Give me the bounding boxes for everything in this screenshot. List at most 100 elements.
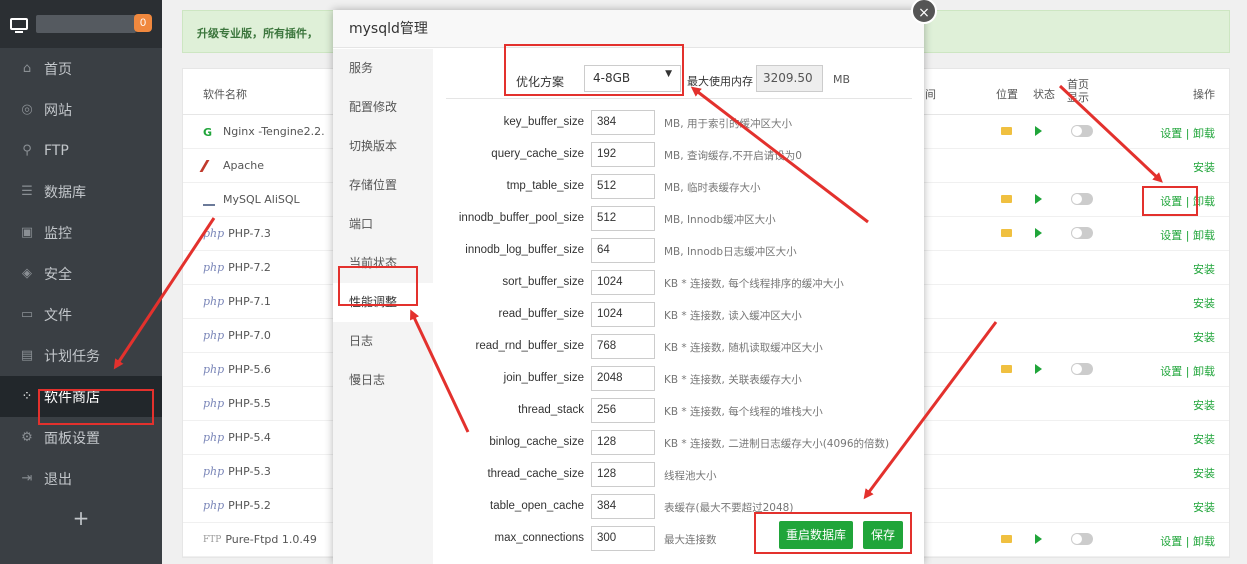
- software-logo-icon: php: [203, 397, 225, 410]
- param-description: KB * 连接数, 每个线程排序的缓冲大小: [664, 278, 844, 290]
- modal-nav-item[interactable]: 存储位置: [333, 166, 433, 205]
- home-show-toggle[interactable]: [1071, 363, 1093, 375]
- param-label: sort_buffer_size: [502, 276, 584, 288]
- software-logo-icon: php: [203, 363, 225, 376]
- modal-nav-item[interactable]: 端口: [333, 205, 433, 244]
- param-input[interactable]: 2048: [591, 366, 655, 391]
- param-input[interactable]: 192: [591, 142, 655, 167]
- sidebar-item[interactable]: ▣ 监控: [0, 212, 162, 253]
- sidebar-item-label: 面板设置: [44, 430, 100, 447]
- settings-uninstall-link[interactable]: 设置 | 卸载: [1160, 125, 1215, 141]
- install-link[interactable]: 安装: [1193, 431, 1215, 447]
- param-description: MB, 查询缓存,不开启请设为0: [664, 150, 802, 162]
- install-link[interactable]: 安装: [1193, 261, 1215, 277]
- home-show-toggle[interactable]: [1071, 193, 1093, 205]
- sidebar-item[interactable]: ⌂ 首页: [0, 48, 162, 89]
- max-memory-field: 3209.50: [756, 65, 823, 92]
- play-icon[interactable]: [1035, 126, 1042, 136]
- param-input[interactable]: 1024: [591, 270, 655, 295]
- folder-icon[interactable]: [1001, 229, 1012, 237]
- annotation-box-settings: [1142, 186, 1198, 216]
- sidebar-item-label: 退出: [44, 471, 72, 488]
- modal-nav: 服务 配置修改 切换版本 存储位置 端口 当前状态 性能调整 日志 慢日志: [333, 49, 433, 564]
- param-input[interactable]: 128: [591, 430, 655, 455]
- install-link[interactable]: 安装: [1193, 465, 1215, 481]
- modal-nav-item[interactable]: 配置修改: [333, 88, 433, 127]
- play-icon[interactable]: [1035, 228, 1042, 238]
- param-input[interactable]: 64: [591, 238, 655, 263]
- modal-nav-item[interactable]: 服务: [333, 49, 433, 88]
- software-name: PHP-7.1: [228, 295, 271, 308]
- param-input[interactable]: 1024: [591, 302, 655, 327]
- gear-icon: ⚙: [21, 429, 33, 445]
- param-input[interactable]: 384: [591, 494, 655, 519]
- param-input[interactable]: 512: [591, 174, 655, 199]
- play-icon[interactable]: [1035, 364, 1042, 374]
- param-input[interactable]: 300: [591, 526, 655, 551]
- param-input[interactable]: 768: [591, 334, 655, 359]
- software-name: PHP-7.0: [228, 329, 271, 342]
- software-logo-icon: php: [203, 227, 225, 240]
- play-icon[interactable]: [1035, 194, 1042, 204]
- param-input[interactable]: 512: [591, 206, 655, 231]
- header-home-show: 首页显示: [1067, 78, 1089, 104]
- sidebar-item[interactable]: ◎ 网站: [0, 89, 162, 130]
- param-description: MB, Innodb日志缓冲区大小: [664, 246, 797, 258]
- annotation-box-software-store: [38, 389, 154, 425]
- play-icon[interactable]: [1035, 534, 1042, 544]
- software-name-cell: php PHP-7.1: [203, 295, 271, 308]
- folder-icon[interactable]: [1001, 127, 1012, 135]
- sidebar-item[interactable]: ⚲ FTP: [0, 130, 162, 171]
- install-link[interactable]: 安装: [1193, 397, 1215, 413]
- folder-icon[interactable]: [1001, 365, 1012, 373]
- software-logo-icon: php: [203, 499, 225, 512]
- sidebar-item[interactable]: ◈ 安全: [0, 253, 162, 294]
- param-input[interactable]: 128: [591, 462, 655, 487]
- param-label: tmp_table_size: [506, 180, 584, 192]
- software-name: PHP-5.2: [228, 499, 271, 512]
- param-description: MB, Innodb缓冲区大小: [664, 214, 776, 226]
- install-link[interactable]: 安装: [1193, 329, 1215, 345]
- software-name-cell: php PHP-7.2: [203, 261, 271, 274]
- modal-nav-item[interactable]: 慢日志: [333, 361, 433, 400]
- software-logo-icon: [199, 159, 219, 172]
- param-input[interactable]: 256: [591, 398, 655, 423]
- param-description: KB * 连接数, 二进制日志缓存大小(4096的倍数): [664, 438, 890, 450]
- software-name: PHP-5.6: [228, 363, 271, 376]
- software-name-cell: php PHP-5.4: [203, 431, 271, 444]
- home-icon: ⌂: [22, 60, 32, 76]
- add-button[interactable]: +: [0, 499, 162, 537]
- folder-icon[interactable]: [1001, 535, 1012, 543]
- param-row: read_buffer_size 1024 KB * 连接数, 读入缓冲区大小: [433, 302, 924, 329]
- sidebar-item[interactable]: ▤ 计划任务: [0, 335, 162, 376]
- install-link[interactable]: 安装: [1193, 295, 1215, 311]
- param-input[interactable]: 384: [591, 110, 655, 135]
- sidebar-item[interactable]: ☰ 数据库: [0, 171, 162, 212]
- settings-uninstall-link[interactable]: 设置 | 卸载: [1160, 363, 1215, 379]
- software-logo-icon: php: [203, 261, 225, 274]
- software-name: Pure-Ftpd 1.0.49: [225, 533, 317, 546]
- software-name-cell: G Nginx -Tengine2.2.: [203, 125, 325, 139]
- software-name-cell: php PHP-5.2: [203, 499, 271, 512]
- home-show-toggle[interactable]: [1071, 227, 1093, 239]
- settings-uninstall-link[interactable]: 设置 | 卸载: [1160, 533, 1215, 549]
- install-link[interactable]: 安装: [1193, 499, 1215, 515]
- home-show-toggle[interactable]: [1071, 125, 1093, 137]
- settings-uninstall-link[interactable]: 设置 | 卸载: [1160, 227, 1215, 243]
- sidebar-item[interactable]: ⇥ 退出: [0, 458, 162, 499]
- sidebar-item-label: 监控: [44, 225, 72, 242]
- param-description: MB, 用于索引的缓冲区大小: [664, 118, 792, 130]
- folder-icon[interactable]: [1001, 195, 1012, 203]
- modal-nav-item[interactable]: 日志: [333, 322, 433, 361]
- param-label: read_buffer_size: [498, 308, 584, 320]
- sidebar-item[interactable]: ▭ 文件: [0, 294, 162, 335]
- install-link[interactable]: 安装: [1193, 159, 1215, 175]
- notification-badge[interactable]: 0: [134, 14, 152, 32]
- sidebar-menu: ⌂ 首页 ◎ 网站 ⚲ FTP ☰ 数据库 ▣ 监控 ◈ 安全 ▭ 文件 ▤ 计划任务 ⁘ 软件商店 ⚙ 面板设置 ⇥ 退…: [0, 48, 162, 499]
- home-show-toggle[interactable]: [1071, 533, 1093, 545]
- annotation-box-perf-tab: [338, 266, 418, 306]
- param-description: 最大连接数: [664, 534, 717, 546]
- header-location: 位置: [996, 88, 1018, 101]
- modal-body: 优化方案 4-8GB ▼ 最大使用内存 3209.50 MB key_buffe…: [433, 49, 924, 564]
- modal-nav-item[interactable]: 切换版本: [333, 127, 433, 166]
